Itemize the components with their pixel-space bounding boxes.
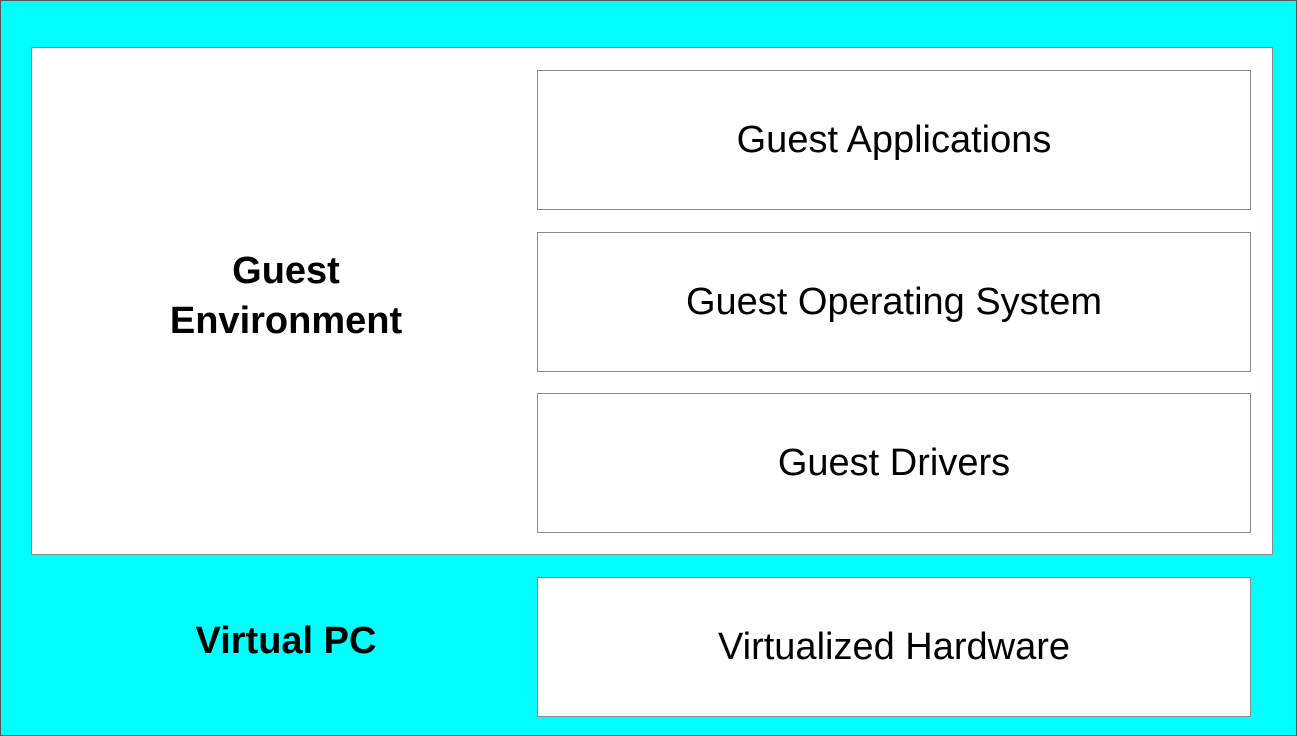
guest-operating-system-label: Guest Operating System (685, 280, 1103, 323)
virtual-pc-container: Guest Environment Guest Applications Gue… (0, 0, 1297, 736)
virtual-pc-label: Virtual PC (61, 611, 511, 671)
guest-drivers-box: Guest Drivers (537, 393, 1251, 533)
virtualized-hardware-label: Virtualized Hardware (717, 625, 1071, 668)
guest-applications-box: Guest Applications (537, 70, 1251, 210)
guest-drivers-label: Guest Drivers (777, 441, 1011, 484)
virtual-pc-label-text: Virtual PC (195, 620, 377, 662)
guest-operating-system-box: Guest Operating System (537, 232, 1251, 372)
guest-environment-label-line1: Guest (232, 250, 340, 292)
guest-applications-label: Guest Applications (736, 118, 1052, 161)
guest-environment-label: Guest Environment (61, 241, 511, 351)
guest-environment-label-line2: Environment (169, 300, 403, 342)
virtualized-hardware-box: Virtualized Hardware (537, 577, 1251, 717)
